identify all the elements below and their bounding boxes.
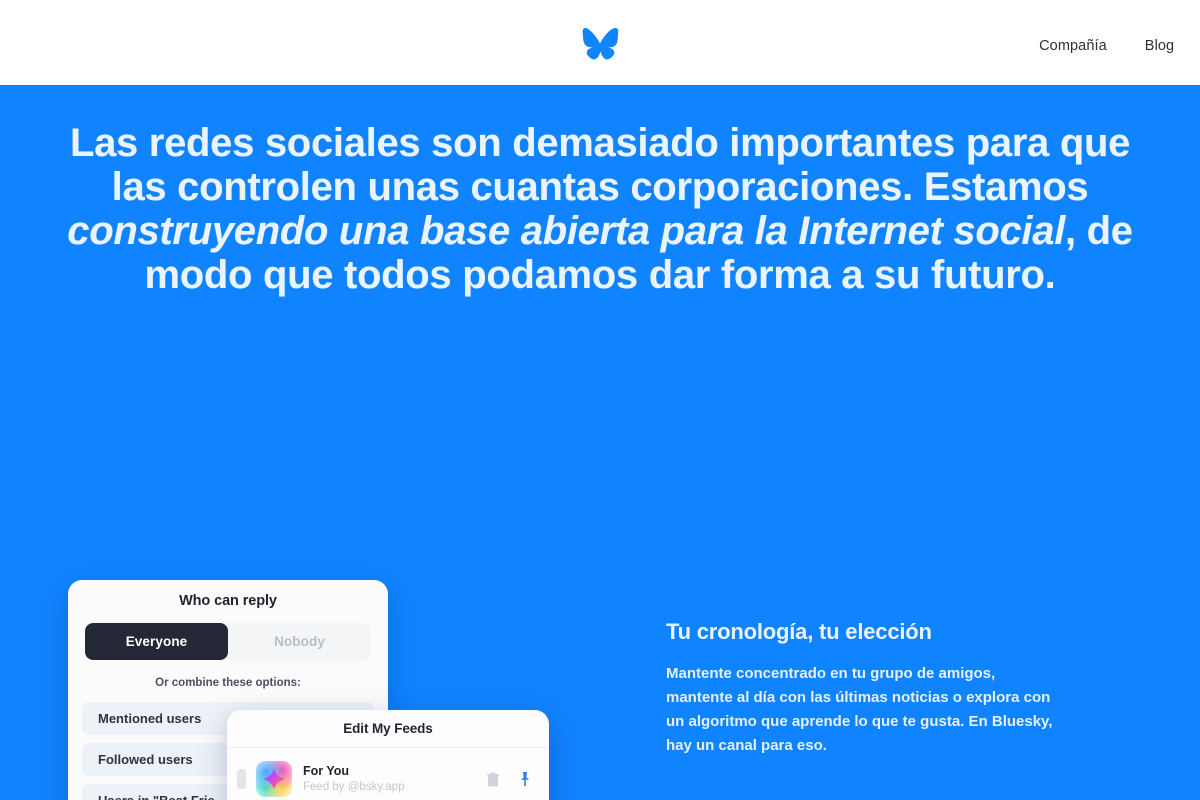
hero-line-1: Las redes sociales son demasiado importa… [69,121,1131,165]
hero-line-2: las controlen unas cuantas corporaciones… [111,165,1089,209]
feed-name: For You [303,763,350,778]
who-can-reply-title: Who can reply [179,593,277,609]
feed-subtitle: Feed by @bsky.app [303,780,405,793]
nav-link-compania[interactable]: Compañía [1039,38,1107,54]
hero-emphasis: construyendo una base abierta para la In… [67,209,1066,253]
trash-icon[interactable] [485,770,501,788]
drag-handle-icon[interactable] [237,769,246,789]
main-nav: Compañía Blog P [1039,38,1200,54]
gradient-star-icon [256,761,292,797]
reply-audience-toggle: Everyone Nobody [85,623,371,660]
feature-title: Tu cronología, tu elección [666,619,932,644]
edit-my-feeds-card: Edit My Feeds For You Feed by @bsky.app [227,710,549,800]
reply-option-everyone[interactable]: Everyone [85,623,228,660]
feed-row[interactable]: For You Feed by @bsky.app [227,748,549,800]
edit-my-feeds-title: Edit My Feeds [227,710,549,748]
bluesky-butterfly-logo-icon[interactable] [580,27,620,61]
site-header: Compañía Blog P [0,0,1200,85]
feature-body: Mantente concentrado en tu grupo de amig… [666,665,1053,754]
hero-section: Las redes sociales son demasiado importa… [0,85,1200,800]
nav-link-blog[interactable]: Blog [1145,38,1174,54]
hero-headline: Las redes sociales son demasiado importa… [60,121,1140,297]
feed-actions [485,770,537,788]
feed-text: For You Feed by @bsky.app [303,764,485,795]
landing-page: Compañía Blog P Las redes sociales son d… [0,0,1200,800]
combine-options-label: Or combine these options: [155,677,301,689]
reply-option-nobody[interactable]: Nobody [228,623,371,660]
hero-line-3-tail: , de [1065,209,1133,253]
feature-copy-block: Tu cronología, tu elección Mantente conc… [666,618,1058,758]
hero-line-4: modo que todos podamos dar forma a su fu… [144,253,1056,297]
pin-icon[interactable] [517,770,533,788]
